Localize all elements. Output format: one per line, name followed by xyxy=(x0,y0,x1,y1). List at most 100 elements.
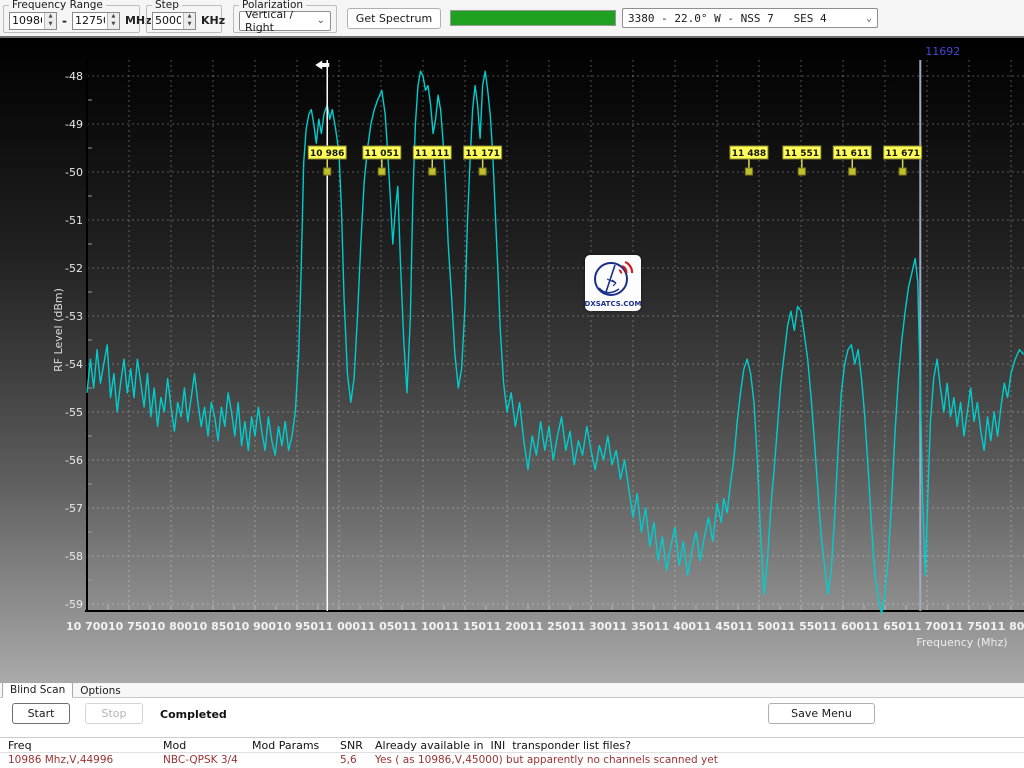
frequency-to-input[interactable] xyxy=(73,13,107,29)
x-tick-label: 11 750 xyxy=(948,620,990,633)
logo-text: DXSATCS.COM xyxy=(585,300,641,308)
transponder-marker-label[interactable]: 11 171 xyxy=(465,149,499,159)
frequency-from-spinner[interactable]: ▲▼ xyxy=(9,12,57,30)
x-tick-label: 10 850 xyxy=(192,620,234,633)
transponder-marker-label[interactable]: 10 986 xyxy=(310,149,344,159)
frequency-to-spinner[interactable]: ▲▼ xyxy=(72,12,120,30)
marker-square xyxy=(849,168,856,175)
x-tick-label: 11 800 xyxy=(990,620,1024,633)
spin-up-icon[interactable]: ▲ xyxy=(108,13,119,21)
scan-progress-bar xyxy=(450,10,616,26)
tab-blind-scan[interactable]: Blind Scan xyxy=(2,682,73,698)
x-tick-label: 11 200 xyxy=(486,620,528,633)
marker-square xyxy=(745,168,752,175)
dxsatcs-logo: DXSATCS.COM xyxy=(585,255,641,311)
y-tick-label: -58 xyxy=(65,550,83,563)
stop-button[interactable]: Stop xyxy=(85,703,143,724)
marker-square xyxy=(429,168,436,175)
transponder-marker-label[interactable]: 11 551 xyxy=(785,149,819,159)
x-tick-label: 11 400 xyxy=(654,620,696,633)
spin-down-icon[interactable]: ▼ xyxy=(108,21,119,29)
y-axis-title: RF Level (dBm) xyxy=(52,288,65,372)
x-tick-label: 11 650 xyxy=(864,620,906,633)
y-tick-label: -55 xyxy=(65,406,83,419)
y-tick-label: -50 xyxy=(65,166,83,179)
frequency-from-spin-buttons[interactable]: ▲▼ xyxy=(44,13,56,29)
range-dash: - xyxy=(62,14,67,28)
y-tick-label: -51 xyxy=(65,214,83,227)
marker-square xyxy=(324,168,331,175)
cursor-secondary-label: 11692 xyxy=(925,45,960,58)
y-tick-label: -52 xyxy=(65,262,83,275)
start-button[interactable]: Start xyxy=(12,703,70,724)
marker-square xyxy=(798,168,805,175)
tab-options[interactable]: Options xyxy=(73,684,128,698)
x-tick-label: 10 800 xyxy=(150,620,192,633)
step-spin-buttons[interactable]: ▲▼ xyxy=(183,13,195,29)
spin-up-icon[interactable]: ▲ xyxy=(184,13,195,21)
x-axis-title: Frequency (Mhz) xyxy=(916,636,1007,649)
x-tick-label: 11 150 xyxy=(444,620,486,633)
frequency-range-group: Frequency Range ▲▼ - ▲▼ MHz xyxy=(3,5,140,33)
transponder-marker-label[interactable]: 11 611 xyxy=(835,149,869,159)
chevron-down-icon: ⌄ xyxy=(866,13,872,24)
satellite-select[interactable]: 3380 - 22.0° W - NSS 7 SES 4 ⌄ xyxy=(622,8,878,28)
get-spectrum-button[interactable]: Get Spectrum xyxy=(347,8,441,29)
transponder-marker-label[interactable]: 11 671 xyxy=(885,149,919,159)
transponder-marker-label[interactable]: 11 051 xyxy=(365,149,399,159)
results-table: Freq Mod Mod Params SNR Already availabl… xyxy=(0,737,1024,767)
scan-status-text: Completed xyxy=(160,708,227,721)
spectrum-svg: 10 70010 75010 80010 85010 90010 95011 0… xyxy=(0,38,1024,683)
step-spinner[interactable]: ▲▼ xyxy=(152,12,196,30)
x-tick-label: 10 700 xyxy=(66,620,108,633)
x-tick-label: 11 050 xyxy=(360,620,402,633)
marker-square xyxy=(378,168,385,175)
toolbar: Frequency Range ▲▼ - ▲▼ MHz Step ▲▼ xyxy=(0,0,1024,38)
step-unit-label: KHz xyxy=(201,14,225,27)
frequency-from-input[interactable] xyxy=(10,13,44,29)
tab-bar: Blind Scan Options xyxy=(0,683,1024,698)
step-group: Step ▲▼ KHz xyxy=(146,5,222,33)
x-tick-label: 10 750 xyxy=(108,620,150,633)
frequency-to-spin-buttons[interactable]: ▲▼ xyxy=(107,13,119,29)
polarization-value: Vertical / Right xyxy=(245,8,311,34)
spin-up-icon[interactable]: ▲ xyxy=(45,13,56,21)
transponder-marker-label[interactable]: 11 488 xyxy=(732,149,766,159)
polarization-select[interactable]: Vertical / Right ⌄ xyxy=(239,11,331,31)
signal-wave-icon xyxy=(619,270,621,274)
header-snr: SNR xyxy=(340,739,375,752)
cell-freq: 10986 Mhz,V,44996 xyxy=(8,754,163,766)
marker-square xyxy=(899,168,906,175)
header-already-available: Already available in INI transponder lis… xyxy=(375,739,1024,752)
transponder-marker-label[interactable]: 11 111 xyxy=(415,149,449,159)
save-menu-button[interactable]: Save Menu xyxy=(768,703,875,724)
x-tick-label: 11 600 xyxy=(822,620,864,633)
x-tick-label: 11 700 xyxy=(906,620,948,633)
y-tick-label: -54 xyxy=(65,358,83,371)
marker-square xyxy=(479,168,486,175)
table-row[interactable]: 10986 Mhz,V,44996 NBC-QPSK 3/4 5,6 Yes (… xyxy=(0,753,1024,767)
y-tick-label: -53 xyxy=(65,310,83,323)
header-freq: Freq xyxy=(8,739,163,752)
y-tick-label: -56 xyxy=(65,454,83,467)
spectrum-chart: 10 70010 75010 80010 85010 90010 95011 0… xyxy=(0,38,1024,683)
table-header-row: Freq Mod Mod Params SNR Already availabl… xyxy=(0,738,1024,753)
x-tick-label: 11 100 xyxy=(402,620,444,633)
progress-fill xyxy=(451,11,615,25)
polarization-group: Polarization Vertical / Right ⌄ xyxy=(233,5,337,33)
bottom-panel: Blind Scan Options Start Stop Completed … xyxy=(0,683,1024,768)
y-tick-label: -57 xyxy=(65,502,83,515)
header-mod-params: Mod Params xyxy=(252,739,340,752)
x-tick-label: 11 250 xyxy=(528,620,570,633)
satellite-value: 3380 - 22.0° W - NSS 7 SES 4 xyxy=(628,12,827,25)
cell-snr: 5,6 xyxy=(340,754,375,766)
x-tick-label: 11 450 xyxy=(696,620,738,633)
x-tick-label: 11 350 xyxy=(612,620,654,633)
blind-scan-app: Frequency Range ▲▼ - ▲▼ MHz Step ▲▼ xyxy=(0,0,1024,768)
x-tick-label: 10 900 xyxy=(234,620,276,633)
header-mod: Mod xyxy=(163,739,252,752)
step-input[interactable] xyxy=(153,13,183,29)
spin-down-icon[interactable]: ▼ xyxy=(45,21,56,29)
spin-down-icon[interactable]: ▼ xyxy=(184,21,195,29)
y-tick-label: -59 xyxy=(65,598,83,611)
